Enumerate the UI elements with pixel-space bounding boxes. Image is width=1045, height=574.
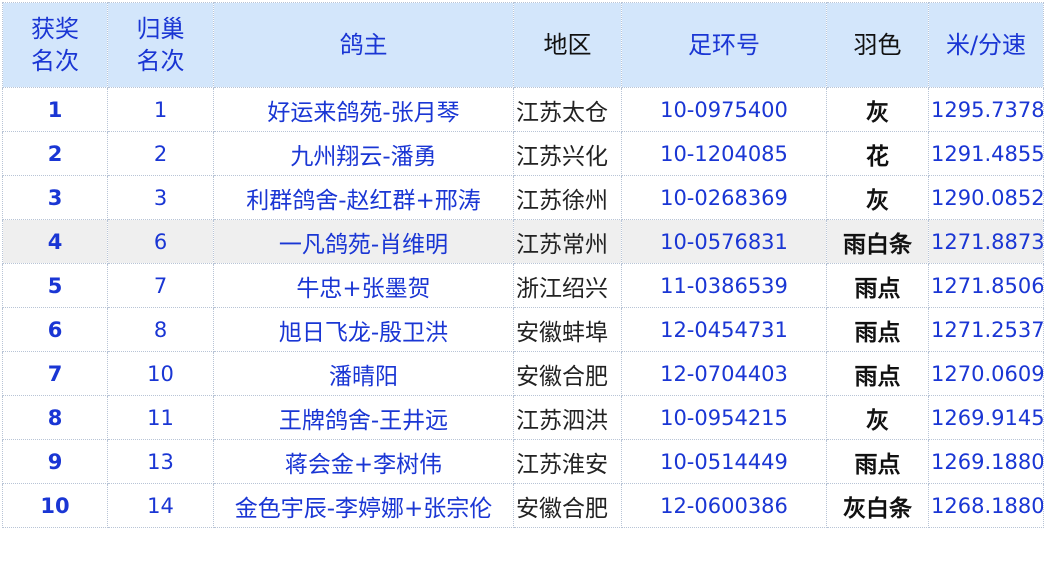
plumage-color-cell: 灰 xyxy=(826,395,929,440)
homing-rank-cell: 10 xyxy=(107,351,214,396)
table-row[interactable]: 9 13 蒋会金+李树伟 江苏淮安 10-0514449 雨点 1269.1880 xyxy=(2,439,1044,484)
homing-rank-cell: 13 xyxy=(107,439,214,484)
award-rank-cell: 9 xyxy=(2,439,108,484)
owner-cell: 王牌鸽舍-王井远 xyxy=(213,395,514,440)
speed-cell: 1271.8506 xyxy=(928,263,1044,308)
region-cell: 安徽合肥 xyxy=(513,483,622,528)
region-cell: 江苏泗洪 xyxy=(513,395,622,440)
plumage-color-cell: 雨点 xyxy=(826,263,929,308)
region-cell: 江苏太仓 xyxy=(513,87,622,132)
homing-rank-cell: 14 xyxy=(107,483,214,528)
header-homing-rank-line1: 归巢 xyxy=(136,15,185,43)
region-cell: 江苏徐州 xyxy=(513,175,622,220)
plumage-color-cell: 灰白条 xyxy=(826,483,929,528)
award-rank-cell: 4 xyxy=(2,219,108,264)
table-row[interactable]: 1 1 好运来鸽苑-张月琴 江苏太仓 10-0975400 灰 1295.7378 xyxy=(2,87,1044,132)
ring-number-cell: 10-0954215 xyxy=(621,395,827,440)
homing-rank-cell: 3 xyxy=(107,175,214,220)
speed-cell: 1269.1880 xyxy=(928,439,1044,484)
race-results-table: 获奖 名次 归巢 名次 鸽主 地区 足环号 羽色 米/分速 1 1 好运来鸽苑-张月… xyxy=(2,2,1044,528)
owner-cell: 旭日飞龙-殷卫洪 xyxy=(213,307,514,352)
award-rank-cell: 6 xyxy=(2,307,108,352)
homing-rank-cell: 7 xyxy=(107,263,214,308)
owner-cell: 九州翔云-潘勇 xyxy=(213,131,514,176)
speed-cell: 1271.8873 xyxy=(928,219,1044,264)
award-rank-cell: 8 xyxy=(2,395,108,440)
region-cell: 安徽合肥 xyxy=(513,351,622,396)
award-rank-cell: 3 xyxy=(2,175,108,220)
header-homing-rank[interactable]: 归巢 名次 xyxy=(107,2,214,88)
header-homing-rank-line2: 名次 xyxy=(136,47,185,75)
ring-number-cell: 12-0454731 xyxy=(621,307,827,352)
speed-cell: 1271.2537 xyxy=(928,307,1044,352)
plumage-color-cell: 花 xyxy=(826,131,929,176)
table-row[interactable]: 8 11 王牌鸽舍-王井远 江苏泗洪 10-0954215 灰 1269.9145 xyxy=(2,395,1044,440)
table-row[interactable]: 4 6 一凡鸽苑-肖维明 江苏常州 10-0576831 雨白条 1271.8873 xyxy=(2,219,1044,264)
speed-cell: 1290.0852 xyxy=(928,175,1044,220)
plumage-color-cell: 灰 xyxy=(826,87,929,132)
owner-cell: 潘晴阳 xyxy=(213,351,514,396)
homing-rank-cell: 2 xyxy=(107,131,214,176)
table-row[interactable]: 7 10 潘晴阳 安徽合肥 12-0704403 雨点 1270.0609 xyxy=(2,351,1044,396)
award-rank-cell: 1 xyxy=(2,87,108,132)
owner-cell: 蒋会金+李树伟 xyxy=(213,439,514,484)
speed-cell: 1270.0609 xyxy=(928,351,1044,396)
table-header-row: 获奖 名次 归巢 名次 鸽主 地区 足环号 羽色 米/分速 xyxy=(2,2,1044,88)
table-row[interactable]: 5 7 牛忠+张墨贺 浙江绍兴 11-0386539 雨点 1271.8506 xyxy=(2,263,1044,308)
table-row[interactable]: 10 14 金色宇辰-李婷娜+张宗伦 安徽合肥 12-0600386 灰白条 1268.18… xyxy=(2,483,1044,528)
region-cell: 江苏淮安 xyxy=(513,439,622,484)
ring-number-cell: 10-0268369 xyxy=(621,175,827,220)
header-award-rank[interactable]: 获奖 名次 xyxy=(2,2,108,88)
homing-rank-cell: 6 xyxy=(107,219,214,264)
ring-number-cell: 10-0576831 xyxy=(621,219,827,264)
ring-number-cell: 10-1204085 xyxy=(621,131,827,176)
owner-cell: 牛忠+张墨贺 xyxy=(213,263,514,308)
homing-rank-cell: 1 xyxy=(107,87,214,132)
header-award-rank-line1: 获奖 xyxy=(31,15,79,43)
ring-number-cell: 10-0975400 xyxy=(621,87,827,132)
owner-cell: 一凡鸽苑-肖维明 xyxy=(213,219,514,264)
ring-number-cell: 12-0600386 xyxy=(621,483,827,528)
header-ring-no[interactable]: 足环号 xyxy=(621,2,827,88)
header-region[interactable]: 地区 xyxy=(513,2,622,88)
region-cell: 浙江绍兴 xyxy=(513,263,622,308)
ring-number-cell: 12-0704403 xyxy=(621,351,827,396)
award-rank-cell: 2 xyxy=(2,131,108,176)
header-color[interactable]: 羽色 xyxy=(826,2,929,88)
speed-cell: 1269.9145 xyxy=(928,395,1044,440)
results-body: 1 1 好运来鸽苑-张月琴 江苏太仓 10-0975400 灰 1295.7378 2 2 九州翔… xyxy=(2,87,1044,528)
owner-cell: 好运来鸽苑-张月琴 xyxy=(213,87,514,132)
speed-cell: 1291.4855 xyxy=(928,131,1044,176)
owner-cell: 利群鸽舍-赵红群+邢涛 xyxy=(213,175,514,220)
table-row[interactable]: 3 3 利群鸽舍-赵红群+邢涛 江苏徐州 10-0268369 灰 1290.0852 xyxy=(2,175,1044,220)
speed-cell: 1295.7378 xyxy=(928,87,1044,132)
owner-cell: 金色宇辰-李婷娜+张宗伦 xyxy=(213,483,514,528)
region-cell: 江苏常州 xyxy=(513,219,622,264)
ring-number-cell: 10-0514449 xyxy=(621,439,827,484)
table-row[interactable]: 2 2 九州翔云-潘勇 江苏兴化 10-1204085 花 1291.4855 xyxy=(2,131,1044,176)
award-rank-cell: 10 xyxy=(2,483,108,528)
plumage-color-cell: 雨点 xyxy=(826,307,929,352)
speed-cell: 1268.1880 xyxy=(928,483,1044,528)
plumage-color-cell: 雨白条 xyxy=(826,219,929,264)
plumage-color-cell: 灰 xyxy=(826,175,929,220)
region-cell: 安徽蚌埠 xyxy=(513,307,622,352)
plumage-color-cell: 雨点 xyxy=(826,351,929,396)
table-row[interactable]: 6 8 旭日飞龙-殷卫洪 安徽蚌埠 12-0454731 雨点 1271.2537 xyxy=(2,307,1044,352)
region-cell: 江苏兴化 xyxy=(513,131,622,176)
header-owner[interactable]: 鸽主 xyxy=(213,2,514,88)
award-rank-cell: 7 xyxy=(2,351,108,396)
homing-rank-cell: 11 xyxy=(107,395,214,440)
award-rank-cell: 5 xyxy=(2,263,108,308)
header-award-rank-line2: 名次 xyxy=(31,47,79,75)
ring-number-cell: 11-0386539 xyxy=(621,263,827,308)
homing-rank-cell: 8 xyxy=(107,307,214,352)
plumage-color-cell: 雨点 xyxy=(826,439,929,484)
header-speed[interactable]: 米/分速 xyxy=(928,2,1044,88)
results-table-container: 获奖 名次 归巢 名次 鸽主 地区 足环号 羽色 米/分速 1 1 好运来鸽苑-张月… xyxy=(2,2,1044,528)
